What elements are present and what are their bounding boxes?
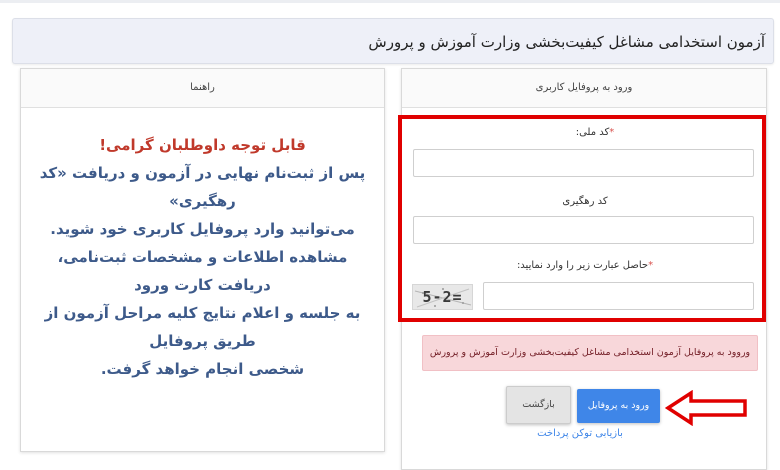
guide-line: می‌توانید وارد پروفایل کاربری خود شوید.	[50, 220, 355, 238]
highlight-frame	[398, 115, 766, 322]
left-arrow-outline-icon	[665, 390, 747, 426]
guide-panel-title: راهنما	[21, 69, 384, 108]
guide-line: پس از ثبت‌نام نهایی در آزمون و دریافت «ک…	[39, 164, 366, 210]
page-header: آزمون استخدامی مشاغل کیفیت‌بخشی وزارت آم…	[12, 18, 774, 64]
guide-warning: قابل توجه داوطلبان گرامی!	[99, 136, 306, 154]
top-border	[0, 0, 780, 3]
guide-line: شخصی انجام خواهد گرفت.	[100, 360, 305, 378]
page-title: آزمون استخدامی مشاغل کیفیت‌بخشی وزارت آم…	[368, 33, 765, 51]
recover-token-link[interactable]: بازیابی توکن پرداخت	[520, 428, 640, 439]
back-button[interactable]: بازگشت	[506, 386, 571, 424]
guide-line: مشاهده اطلاعات و مشخصات ثبت‌نامی، دریافت…	[57, 248, 348, 294]
info-alert: وروود به پروفایل آزمون استخدامی مشاغل کی…	[422, 335, 758, 371]
guide-line: به جلسه و اعلام نتایج کلیه مراحل آزمون ا…	[44, 304, 361, 350]
login-button[interactable]: ورود به پروفایل	[577, 389, 660, 423]
guide-panel: راهنما قابل توجه داوطلبان گرامی! پس از ث…	[20, 68, 385, 452]
login-panel-title: ورود به پروفایل کاربری	[402, 69, 766, 108]
guide-text: قابل توجه داوطلبان گرامی! پس از ثبت‌نام …	[31, 131, 374, 383]
